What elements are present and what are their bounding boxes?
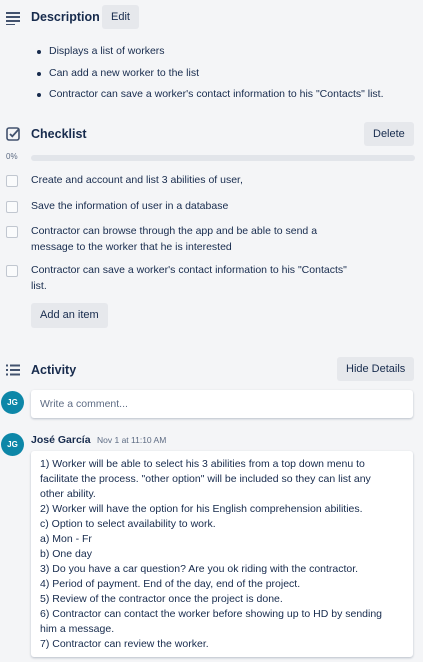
description-item: Can add a new worker to the list <box>37 63 384 85</box>
checklist-item-checkbox[interactable] <box>6 226 18 238</box>
avatar[interactable]: JG <box>1 391 24 414</box>
comment-line: c) Option to select availability to work… <box>40 518 216 530</box>
comment-input[interactable] <box>31 390 413 418</box>
checklist-progress-percent: 0% <box>6 152 18 161</box>
comment-author[interactable]: José García <box>31 434 91 446</box>
checklist-progress-bar <box>31 155 415 161</box>
checklist-item-text[interactable]: Contractor can browse through the app an… <box>31 224 351 255</box>
comment-line: 2) Worker will have the option for his E… <box>40 503 363 515</box>
description-item: Displays a list of workers <box>37 41 384 63</box>
comment-line: him a message. <box>40 623 115 635</box>
activity-title: Activity <box>31 363 77 377</box>
comment-line: 4) Period of payment. End of the day, en… <box>40 578 301 590</box>
comment-timestamp[interactable]: Nov 1 at 11:10 AM <box>97 435 166 445</box>
description-item: Contractor can save a worker's contact i… <box>37 84 384 106</box>
delete-checklist-button[interactable]: Delete <box>364 122 414 146</box>
description-icon <box>6 12 20 25</box>
checklist-item-text[interactable]: Contractor can save a worker's contact i… <box>31 263 351 294</box>
comment-body[interactable]: 1) Worker will be able to select his 3 a… <box>31 451 413 657</box>
comment-line: 1) Worker will be able to select his 3 a… <box>40 458 365 470</box>
hide-details-button[interactable]: Hide Details <box>337 357 415 381</box>
checklist-item-checkbox[interactable] <box>6 265 18 277</box>
comment-line: b) One day <box>40 548 92 560</box>
checklist-title: Checklist <box>31 127 87 141</box>
edit-description-button[interactable]: Edit <box>102 5 139 29</box>
checklist-item-checkbox[interactable] <box>6 175 18 187</box>
comment-line: other ability. <box>40 488 96 500</box>
comment-line: 5) Review of the contractor once the pro… <box>40 593 283 605</box>
checklist-item-text[interactable]: Create and account and list 3 abilities … <box>31 173 351 189</box>
comment-line: 3) Do you have a car question? Are you o… <box>40 563 359 575</box>
checklist-item-text[interactable]: Save the information of user in a databa… <box>31 199 351 215</box>
checklist-item-checkbox[interactable] <box>6 201 18 213</box>
comment-line: 6) Contractor can contact the worker bef… <box>40 608 383 620</box>
add-checklist-item-button[interactable]: Add an item <box>31 303 108 328</box>
avatar[interactable]: JG <box>1 433 24 456</box>
description-title: Description <box>31 10 100 24</box>
description-list: Displays a list of workers Can add a new… <box>37 41 384 106</box>
comment-line: facilitate the process. "other option" w… <box>40 473 371 485</box>
activity-icon <box>6 364 20 376</box>
checklist-icon <box>6 127 20 141</box>
comment-line: a) Mon - Fr <box>40 533 92 545</box>
comment-line: 7) Contractor can review the worker. <box>40 638 209 650</box>
